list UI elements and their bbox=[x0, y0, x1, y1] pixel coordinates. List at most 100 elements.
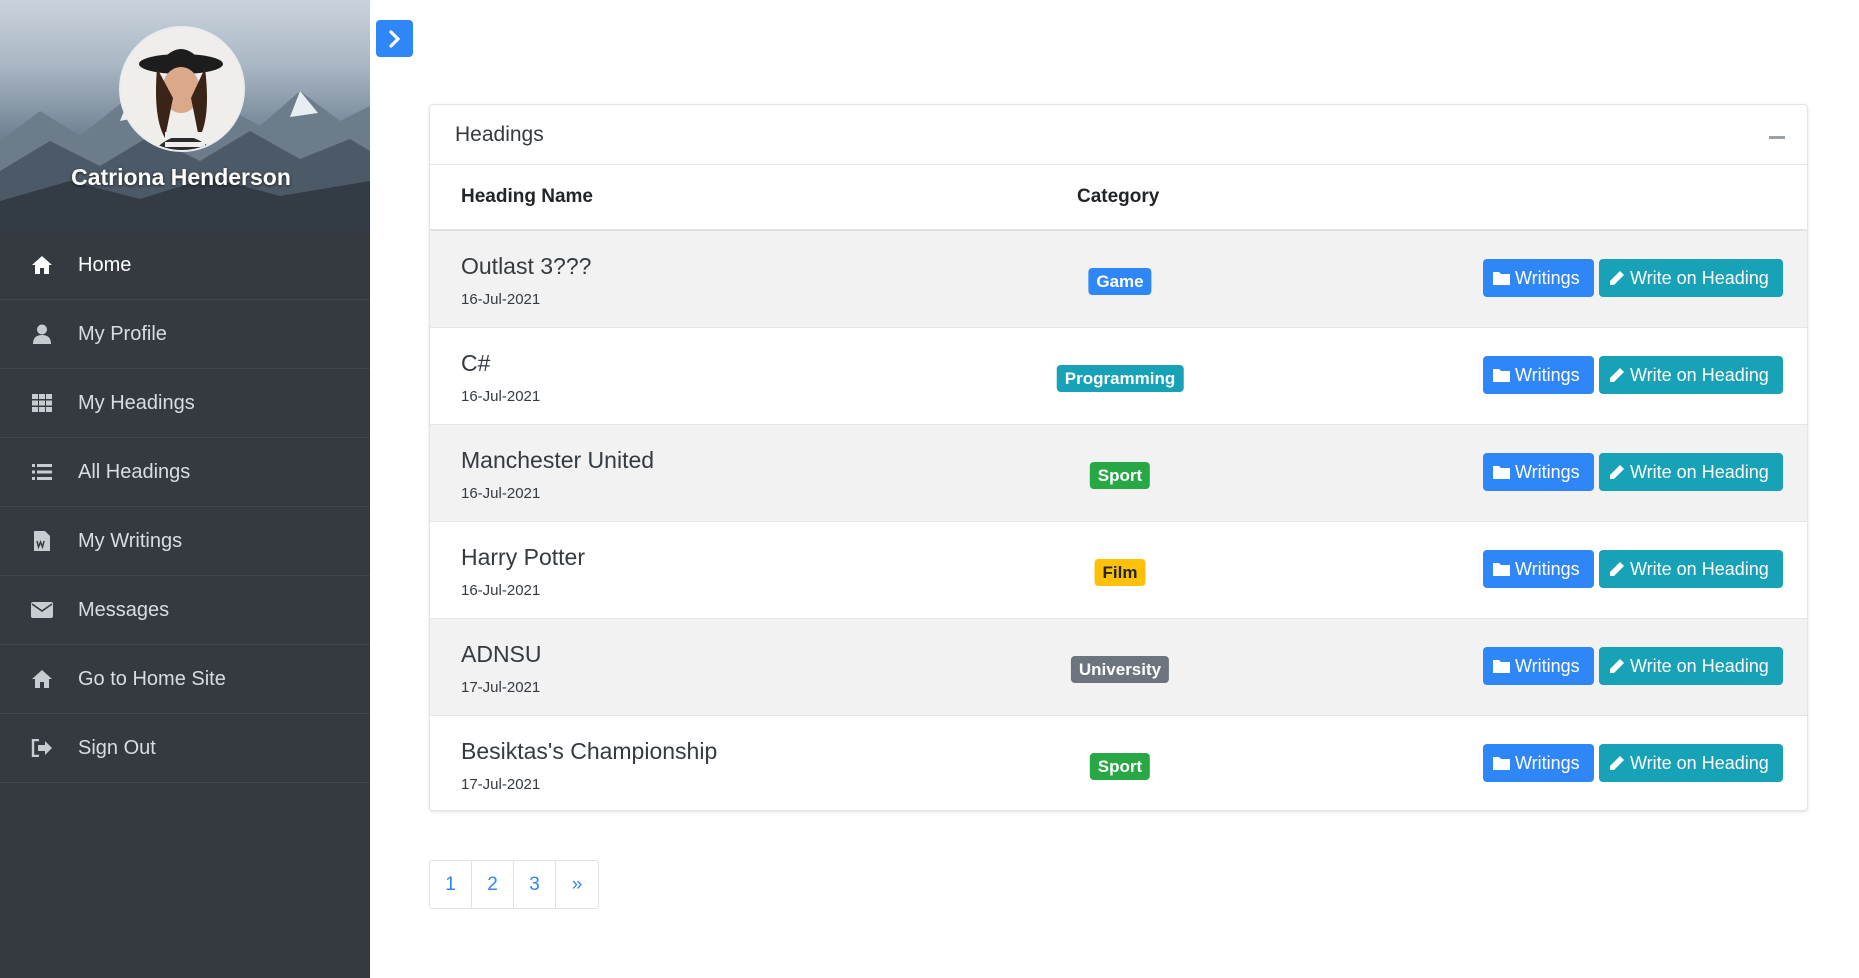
column-category: Category bbox=[1077, 186, 1160, 207]
pencil-icon bbox=[1610, 562, 1624, 576]
sidebar-item-label: My Headings bbox=[78, 391, 195, 414]
sidebar-toggle-button[interactable] bbox=[376, 20, 413, 57]
table-row: Outlast 3??? 16-Jul-2021 Game Writings Write… bbox=[430, 231, 1807, 328]
card-title: Headings bbox=[455, 122, 544, 146]
write-button-label: Write on Heading bbox=[1630, 461, 1769, 482]
sidebar: Catriona Henderson Home My Profile My He… bbox=[0, 0, 370, 978]
page-link-3[interactable]: 3 bbox=[514, 861, 556, 908]
write-on-heading-button[interactable]: Write on Heading bbox=[1599, 453, 1783, 491]
sidebar-item-messages[interactable]: Messages bbox=[0, 576, 370, 645]
writings-button[interactable]: Writings bbox=[1483, 259, 1594, 297]
category-badge: Programming bbox=[1056, 365, 1184, 392]
page-link-1[interactable]: 1 bbox=[430, 861, 472, 908]
heading-title: Manchester United bbox=[461, 447, 655, 473]
writings-button-label: Writings bbox=[1515, 655, 1580, 676]
write-button-label: Write on Heading bbox=[1630, 558, 1769, 579]
word-file-icon bbox=[30, 530, 54, 552]
sign-out-icon bbox=[30, 737, 54, 759]
sidebar-item-sign-out[interactable]: Sign Out bbox=[0, 714, 370, 783]
heading-date: 17-Jul-2021 bbox=[461, 679, 541, 696]
folder-icon bbox=[1493, 466, 1510, 479]
heading-date: 16-Jul-2021 bbox=[461, 582, 541, 599]
writings-button-label: Writings bbox=[1515, 364, 1580, 385]
write-on-heading-button[interactable]: Write on Heading bbox=[1599, 356, 1783, 394]
avatar[interactable] bbox=[119, 26, 245, 152]
folder-icon bbox=[1493, 272, 1510, 285]
table-row: Harry Potter 16-Jul-2021 Film Writings Write… bbox=[430, 522, 1807, 619]
sidebar-item-label: Home bbox=[78, 253, 132, 276]
category-badge: Sport bbox=[1089, 753, 1151, 780]
sidebar-item-my-profile[interactable]: My Profile bbox=[0, 300, 370, 369]
pencil-icon bbox=[1610, 271, 1624, 285]
heading-date: 17-Jul-2021 bbox=[461, 776, 541, 793]
sidebar-nav: Home My Profile My Headings All Headings… bbox=[0, 231, 370, 783]
writings-button[interactable]: Writings bbox=[1483, 453, 1594, 491]
folder-icon bbox=[1493, 757, 1510, 770]
table-row: C# 16-Jul-2021 Programming Writings Write on… bbox=[430, 328, 1807, 425]
pencil-icon bbox=[1610, 465, 1624, 479]
heading-title: Besiktas's Championship bbox=[461, 738, 718, 764]
headings-card: Headings Heading Name Category Outlast 3… bbox=[429, 104, 1808, 811]
heading-title: ADNSU bbox=[461, 641, 542, 667]
table-row: ADNSU 17-Jul-2021 University Writings Write … bbox=[430, 619, 1807, 716]
write-button-label: Write on Heading bbox=[1630, 267, 1769, 288]
list-icon bbox=[30, 461, 54, 483]
page-link-next[interactable]: » bbox=[556, 861, 598, 908]
folder-icon bbox=[1493, 563, 1510, 576]
envelope-icon bbox=[30, 599, 54, 621]
write-on-heading-button[interactable]: Write on Heading bbox=[1599, 550, 1783, 588]
category-badge: University bbox=[1070, 656, 1170, 683]
user-icon bbox=[30, 323, 54, 345]
writings-button-label: Writings bbox=[1515, 267, 1580, 288]
folder-icon bbox=[1493, 660, 1510, 673]
category-badge: Film bbox=[1094, 559, 1146, 586]
writings-button[interactable]: Writings bbox=[1483, 744, 1594, 782]
write-button-label: Write on Heading bbox=[1630, 752, 1769, 773]
write-on-heading-button[interactable]: Write on Heading bbox=[1599, 259, 1783, 297]
heading-date: 16-Jul-2021 bbox=[461, 388, 541, 405]
writings-button-label: Writings bbox=[1515, 461, 1580, 482]
writings-button[interactable]: Writings bbox=[1483, 647, 1594, 685]
sidebar-item-label: Messages bbox=[78, 598, 170, 621]
sidebar-item-my-writings[interactable]: My Writings bbox=[0, 507, 370, 576]
writings-button[interactable]: Writings bbox=[1483, 550, 1594, 588]
category-badge: Sport bbox=[1089, 462, 1151, 489]
write-button-label: Write on Heading bbox=[1630, 655, 1769, 676]
writings-button[interactable]: Writings bbox=[1483, 356, 1594, 394]
sidebar-item-label: My Profile bbox=[78, 322, 167, 345]
heading-title: Harry Potter bbox=[461, 544, 585, 570]
sidebar-item-go-to-home-site[interactable]: Go to Home Site bbox=[0, 645, 370, 714]
table-row: Manchester United 16-Jul-2021 Sport Writing… bbox=[430, 425, 1807, 522]
category-badge: Game bbox=[1088, 268, 1152, 295]
sidebar-item-all-headings[interactable]: All Headings bbox=[0, 438, 370, 507]
home-icon bbox=[30, 668, 54, 690]
card-header: Headings bbox=[430, 105, 1807, 165]
collapse-button[interactable] bbox=[1769, 136, 1785, 139]
folder-icon bbox=[1493, 369, 1510, 382]
sidebar-item-label: My Writings bbox=[78, 529, 183, 552]
table-header: Heading Name Category bbox=[430, 165, 1807, 231]
pencil-icon bbox=[1610, 368, 1624, 382]
writings-button-label: Writings bbox=[1515, 558, 1580, 579]
table-row: Besiktas's Championship 17-Jul-2021 Sport W… bbox=[430, 716, 1807, 810]
write-on-heading-button[interactable]: Write on Heading bbox=[1599, 744, 1783, 782]
chevron-right-icon bbox=[388, 29, 400, 48]
pagination: 1 2 3 » bbox=[429, 860, 599, 909]
writings-button-label: Writings bbox=[1515, 752, 1580, 773]
sidebar-item-label: All Headings bbox=[78, 460, 191, 483]
column-heading-name: Heading Name bbox=[461, 186, 593, 207]
profile-name: Catriona Henderson bbox=[71, 164, 291, 190]
heading-title: C# bbox=[461, 350, 491, 376]
sidebar-item-label: Sign Out bbox=[78, 736, 156, 759]
sidebar-item-my-headings[interactable]: My Headings bbox=[0, 369, 370, 438]
heading-date: 16-Jul-2021 bbox=[461, 291, 541, 308]
page-link-2[interactable]: 2 bbox=[472, 861, 514, 908]
write-button-label: Write on Heading bbox=[1630, 364, 1769, 385]
home-icon bbox=[30, 254, 54, 276]
sidebar-item-home[interactable]: Home bbox=[0, 231, 370, 300]
pencil-icon bbox=[1610, 756, 1624, 770]
grid-icon bbox=[30, 392, 54, 414]
profile-header: Catriona Henderson bbox=[0, 0, 370, 231]
write-on-heading-button[interactable]: Write on Heading bbox=[1599, 647, 1783, 685]
heading-date: 16-Jul-2021 bbox=[461, 485, 541, 502]
